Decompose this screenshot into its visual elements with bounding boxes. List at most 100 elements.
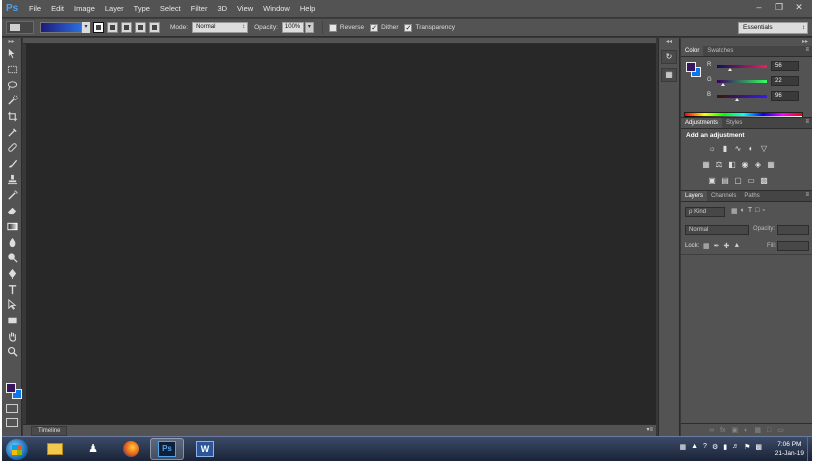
layer-filter-kind-select[interactable]: ρ Kind (685, 207, 725, 217)
hue-saturation-icon[interactable]: ▦ (701, 161, 711, 169)
threshold-icon[interactable]: ▢ (733, 177, 743, 185)
move-tool-icon[interactable] (2, 46, 22, 62)
angle-gradient-button[interactable] (121, 22, 132, 33)
ps-app-icon[interactable]: Ps (6, 2, 24, 16)
tab-layers[interactable]: Layers (681, 191, 708, 201)
reverse-option[interactable]: Reverse (328, 23, 364, 32)
reverse-checkbox[interactable] (328, 23, 337, 32)
link-layers-icon[interactable]: ∞ (709, 427, 714, 434)
vibrance-icon[interactable]: ▽ (759, 145, 769, 153)
tray-help-icon[interactable]: ? (703, 443, 707, 451)
color-lookup-icon[interactable]: ▦ (766, 161, 776, 169)
adjustment-filter-icon[interactable]: ◐ (741, 207, 745, 215)
show-desktop-button[interactable] (807, 437, 812, 461)
blur-tool-icon[interactable] (2, 234, 22, 250)
workspace-switcher[interactable]: Essentials (738, 22, 808, 34)
tray-volume-icon[interactable]: ♬ (732, 443, 739, 451)
reflected-gradient-button[interactable] (135, 22, 146, 33)
red-value-input[interactable]: 56 (771, 61, 799, 71)
history-panel-icon[interactable]: ↻ (661, 50, 677, 64)
fill-input[interactable] (777, 241, 809, 251)
blue-slider[interactable]: B 96 (707, 91, 807, 102)
menu-edit[interactable]: Edit (46, 0, 69, 17)
linear-gradient-button[interactable] (93, 22, 104, 33)
radial-gradient-button[interactable] (107, 22, 118, 33)
posterize-icon[interactable]: ▤ (720, 177, 730, 185)
levels-icon[interactable]: ▮ (720, 145, 730, 153)
smart-object-filter-icon[interactable]: ▫ (762, 207, 764, 215)
firefox-taskbar-button[interactable] (114, 438, 148, 460)
add-mask-icon[interactable]: ▣ (732, 426, 739, 434)
blue-slider-knob[interactable] (735, 98, 739, 101)
quick-mask-icon[interactable] (6, 404, 18, 413)
tab-color[interactable]: Color (681, 46, 704, 56)
gradient-map-icon[interactable]: ▭ (746, 177, 756, 185)
eyedropper-tool-icon[interactable] (2, 124, 22, 140)
history-brush-tool-icon[interactable] (2, 187, 22, 203)
color-panel-foreground-swatch[interactable] (686, 62, 696, 72)
tray-battery-icon[interactable]: ▮ (723, 443, 727, 451)
gradient-tool-icon[interactable] (2, 219, 22, 235)
green-slider-knob[interactable] (721, 83, 725, 86)
tray-app-icon[interactable]: ▦ (679, 443, 686, 451)
timeline-tab[interactable]: Timeline (31, 426, 68, 436)
red-slider[interactable]: R 56 (707, 61, 807, 72)
menu-select[interactable]: Select (155, 0, 186, 17)
type-tool-icon[interactable] (2, 281, 22, 297)
mode-select[interactable]: Normal (192, 22, 249, 33)
word-taskbar-button[interactable]: W (188, 438, 222, 460)
layers-list[interactable] (681, 254, 812, 422)
screen-mode-icon[interactable] (6, 418, 18, 427)
transparency-checkbox[interactable]: ✓ (404, 23, 413, 32)
menu-view[interactable]: View (232, 0, 258, 17)
new-layer-icon[interactable]: □ (767, 427, 771, 434)
rectangle-tool-icon[interactable] (2, 313, 22, 329)
path-selection-tool-icon[interactable] (2, 297, 22, 313)
lasso-tool-icon[interactable] (2, 77, 22, 93)
menu-image[interactable]: Image (69, 0, 100, 17)
menu-window[interactable]: Window (258, 0, 295, 17)
layer-style-icon[interactable]: fx (720, 427, 725, 434)
tray-security-icon[interactable]: ⚙ (712, 443, 718, 451)
exposure-icon[interactable]: ◐ (746, 145, 756, 153)
close-button[interactable]: ✕ (790, 1, 808, 13)
properties-panel-icon[interactable]: ▦ (661, 68, 677, 82)
crop-tool-icon[interactable] (2, 109, 22, 125)
opacity-slider-toggle[interactable]: ▾ (304, 22, 314, 33)
blend-mode-select[interactable]: Normal (685, 225, 749, 235)
foreground-color-swatch[interactable] (6, 383, 16, 393)
blue-value-input[interactable]: 96 (771, 91, 799, 101)
tab-paths[interactable]: Paths (740, 191, 763, 201)
eraser-tool-icon[interactable] (2, 203, 22, 219)
lock-position-icon[interactable]: ✚ (724, 242, 730, 250)
zoom-tool-icon[interactable] (2, 344, 22, 360)
start-button[interactable] (6, 439, 28, 460)
green-slider[interactable]: G 22 (707, 76, 807, 87)
color-balance-icon[interactable]: ⚖ (714, 161, 724, 169)
lock-image-icon[interactable]: ✒ (714, 242, 720, 250)
tab-styles[interactable]: Styles (722, 118, 746, 128)
type-filter-icon[interactable]: T (748, 207, 752, 215)
red-slider-knob[interactable] (728, 68, 732, 71)
people-taskbar-button[interactable]: ♟ (76, 438, 110, 460)
lock-all-icon[interactable]: ▲ (733, 242, 740, 250)
quick-selection-tool-icon[interactable] (2, 93, 22, 109)
transparency-option[interactable]: ✓ Transparency (404, 23, 455, 32)
tab-channels[interactable]: Channels (707, 191, 740, 201)
dodge-tool-icon[interactable] (2, 250, 22, 266)
taskbar-clock[interactable]: 7:06 PM 21-Jan-19 (775, 440, 804, 458)
tool-preset-picker[interactable] (6, 21, 34, 34)
green-value-input[interactable]: 22 (771, 76, 799, 86)
diamond-gradient-button[interactable] (149, 22, 160, 33)
new-group-icon[interactable]: ▦ (754, 426, 761, 434)
tab-swatches[interactable]: Swatches (703, 46, 737, 56)
dither-checkbox[interactable]: ✓ (370, 23, 379, 32)
brush-tool-icon[interactable] (2, 156, 22, 172)
photoshop-taskbar-button[interactable]: Ps (150, 438, 184, 460)
menu-file[interactable]: File (24, 0, 46, 17)
curves-icon[interactable]: ∿ (733, 145, 743, 153)
channel-mixer-icon[interactable]: ◈ (753, 161, 763, 169)
menu-type[interactable]: Type (129, 0, 155, 17)
pen-tool-icon[interactable] (2, 266, 22, 282)
menu-3d[interactable]: 3D (212, 0, 232, 17)
